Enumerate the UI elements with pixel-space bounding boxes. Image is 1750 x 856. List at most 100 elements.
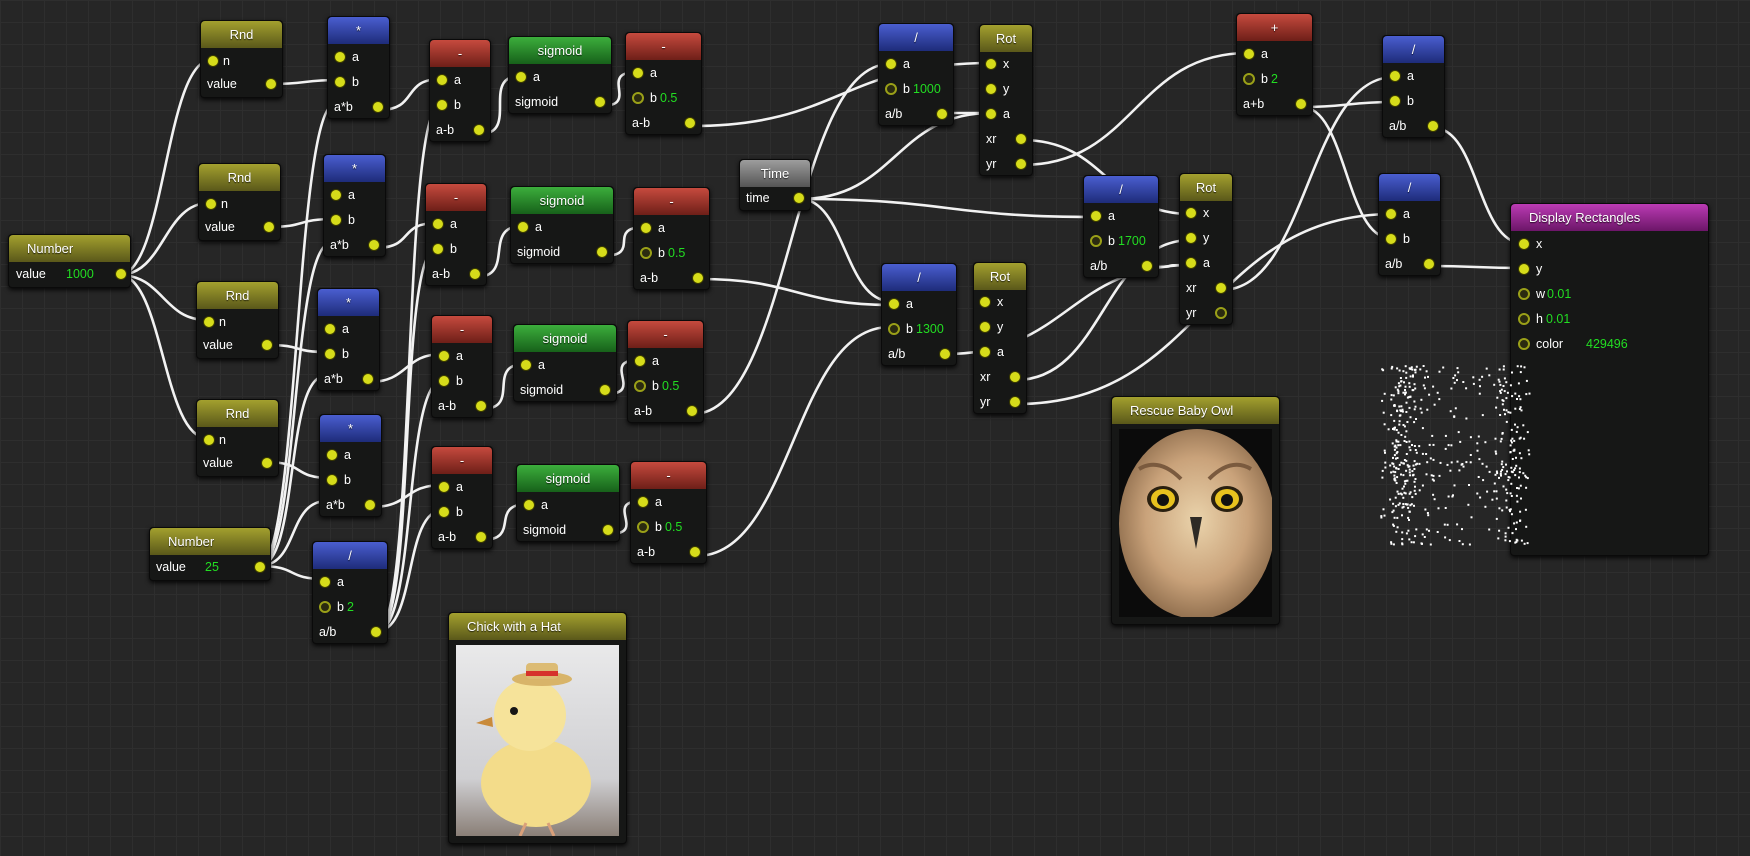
image-node-chick[interactable]: Chick with a Hat <box>448 612 627 844</box>
a-in-port[interactable] <box>436 74 448 86</box>
out-port[interactable] <box>1423 258 1435 270</box>
out-port[interactable] <box>594 96 606 108</box>
b-in-port[interactable] <box>634 380 646 392</box>
subtract-half-node-1[interactable]: - a b 0.5 a-b <box>625 32 702 135</box>
number-value[interactable]: 25 <box>205 557 219 577</box>
a-in-port[interactable] <box>632 67 644 79</box>
b-in-port[interactable] <box>330 214 342 226</box>
yr-out-port[interactable] <box>1215 307 1227 319</box>
a-in-port[interactable] <box>1185 257 1197 269</box>
b-in-port[interactable] <box>632 92 644 104</box>
out-port[interactable] <box>362 373 374 385</box>
b-in-port[interactable] <box>640 247 652 259</box>
a-in-port[interactable] <box>1090 210 1102 222</box>
b-value[interactable]: 0.5 <box>662 376 679 396</box>
subtract-node-4[interactable]: - a b a-b <box>431 446 493 549</box>
out-port[interactable] <box>1427 120 1439 132</box>
a-in-port[interactable] <box>888 298 900 310</box>
a-in-port[interactable] <box>520 359 532 371</box>
multiply-node-3[interactable]: * a b a*b <box>317 288 380 391</box>
a-in-port[interactable] <box>1385 208 1397 220</box>
b-value[interactable]: 0.5 <box>668 243 685 263</box>
divide-node-1300[interactable]: / a b 1300 a/b <box>881 263 957 366</box>
out-port[interactable] <box>596 246 608 258</box>
add-node[interactable]: + a b2 a+b <box>1236 13 1313 116</box>
out-port[interactable] <box>602 524 614 536</box>
b-in-port[interactable] <box>326 474 338 486</box>
out-port[interactable] <box>469 268 481 280</box>
b-in-port[interactable] <box>885 83 897 95</box>
value-out-port[interactable] <box>254 561 266 573</box>
out-port[interactable] <box>689 546 701 558</box>
b-in-port[interactable] <box>1385 233 1397 245</box>
number-value[interactable]: 1000 <box>66 264 94 284</box>
a-in-port[interactable] <box>634 355 646 367</box>
a-in-port[interactable] <box>979 346 991 358</box>
out-port[interactable] <box>475 531 487 543</box>
b-in-port[interactable] <box>319 601 331 613</box>
rnd-node-1[interactable]: Rnd n value <box>200 20 283 98</box>
time-out-port[interactable] <box>793 192 805 204</box>
divide-node-right-1[interactable]: / a b a/b <box>1382 35 1445 138</box>
b-value[interactable]: 1000 <box>913 79 941 99</box>
multiply-node-4[interactable]: * a b a*b <box>319 414 382 517</box>
a-in-port[interactable] <box>885 58 897 70</box>
a-in-port[interactable] <box>334 51 346 63</box>
a-in-port[interactable] <box>985 108 997 120</box>
rot-node-3[interactable]: Rot x y a xr yr <box>1179 173 1233 325</box>
a-in-port[interactable] <box>640 222 652 234</box>
subtract-half-node-3[interactable]: - a b 0.5 a-b <box>627 320 704 423</box>
a-in-port[interactable] <box>515 71 527 83</box>
divide-node-right-2[interactable]: / a b a/b <box>1378 173 1441 276</box>
color-value[interactable]: 429496 <box>1586 334 1628 354</box>
rnd-node-3[interactable]: Rnd n value <box>196 281 279 359</box>
a-in-port[interactable] <box>438 350 450 362</box>
x-in-port[interactable] <box>1185 207 1197 219</box>
subtract-node-2[interactable]: - a b a-b <box>425 183 487 286</box>
number-node-1000[interactable]: Number value 1000 <box>8 234 131 288</box>
y-in-port[interactable] <box>1518 263 1530 275</box>
a-in-port[interactable] <box>517 221 529 233</box>
h-in-port[interactable] <box>1518 313 1530 325</box>
w-in-port[interactable] <box>1518 288 1530 300</box>
w-value[interactable]: 0.01 <box>1547 284 1571 304</box>
time-node[interactable]: Time time <box>739 159 811 211</box>
a-in-port[interactable] <box>637 496 649 508</box>
y-in-port[interactable] <box>985 83 997 95</box>
yr-out-port[interactable] <box>1009 396 1021 408</box>
xr-out-port[interactable] <box>1215 282 1227 294</box>
b-value[interactable]: 1700 <box>1118 231 1146 251</box>
a-in-port[interactable] <box>523 499 535 511</box>
a-in-port[interactable] <box>330 189 342 201</box>
multiply-node-1[interactable]: * a b a*b <box>327 16 390 119</box>
out-port[interactable] <box>475 400 487 412</box>
out-port[interactable] <box>368 239 380 251</box>
out-port[interactable] <box>684 117 696 129</box>
a-in-port[interactable] <box>1243 48 1255 60</box>
out-port[interactable] <box>939 348 951 360</box>
value-out-port[interactable] <box>265 78 277 90</box>
rnd-node-4[interactable]: Rnd n value <box>196 399 279 477</box>
b-in-port[interactable] <box>1090 235 1102 247</box>
sigmoid-node-2[interactable]: sigmoid a sigmoid <box>510 186 614 264</box>
multiply-node-2[interactable]: * a b a*b <box>323 154 386 257</box>
h-value[interactable]: 0.01 <box>1546 309 1570 329</box>
n-in-port[interactable] <box>203 434 215 446</box>
sigmoid-node-3[interactable]: sigmoid a sigmoid <box>513 324 617 402</box>
xr-out-port[interactable] <box>1015 133 1027 145</box>
b-in-port[interactable] <box>1243 73 1255 85</box>
b-in-port[interactable] <box>438 375 450 387</box>
sigmoid-node-4[interactable]: sigmoid a sigmoid <box>516 464 620 542</box>
y-in-port[interactable] <box>979 321 991 333</box>
rot-node-1[interactable]: Rot x y a xr yr <box>979 24 1033 176</box>
b-value[interactable]: 0.5 <box>660 88 677 108</box>
a-in-port[interactable] <box>432 218 444 230</box>
a-in-port[interactable] <box>438 481 450 493</box>
n-in-port[interactable] <box>205 198 217 210</box>
yr-out-port[interactable] <box>1015 158 1027 170</box>
sigmoid-node-1[interactable]: sigmoid a sigmoid <box>508 36 612 114</box>
out-port[interactable] <box>364 499 376 511</box>
b-in-port[interactable] <box>432 243 444 255</box>
xr-out-port[interactable] <box>1009 371 1021 383</box>
x-in-port[interactable] <box>979 296 991 308</box>
